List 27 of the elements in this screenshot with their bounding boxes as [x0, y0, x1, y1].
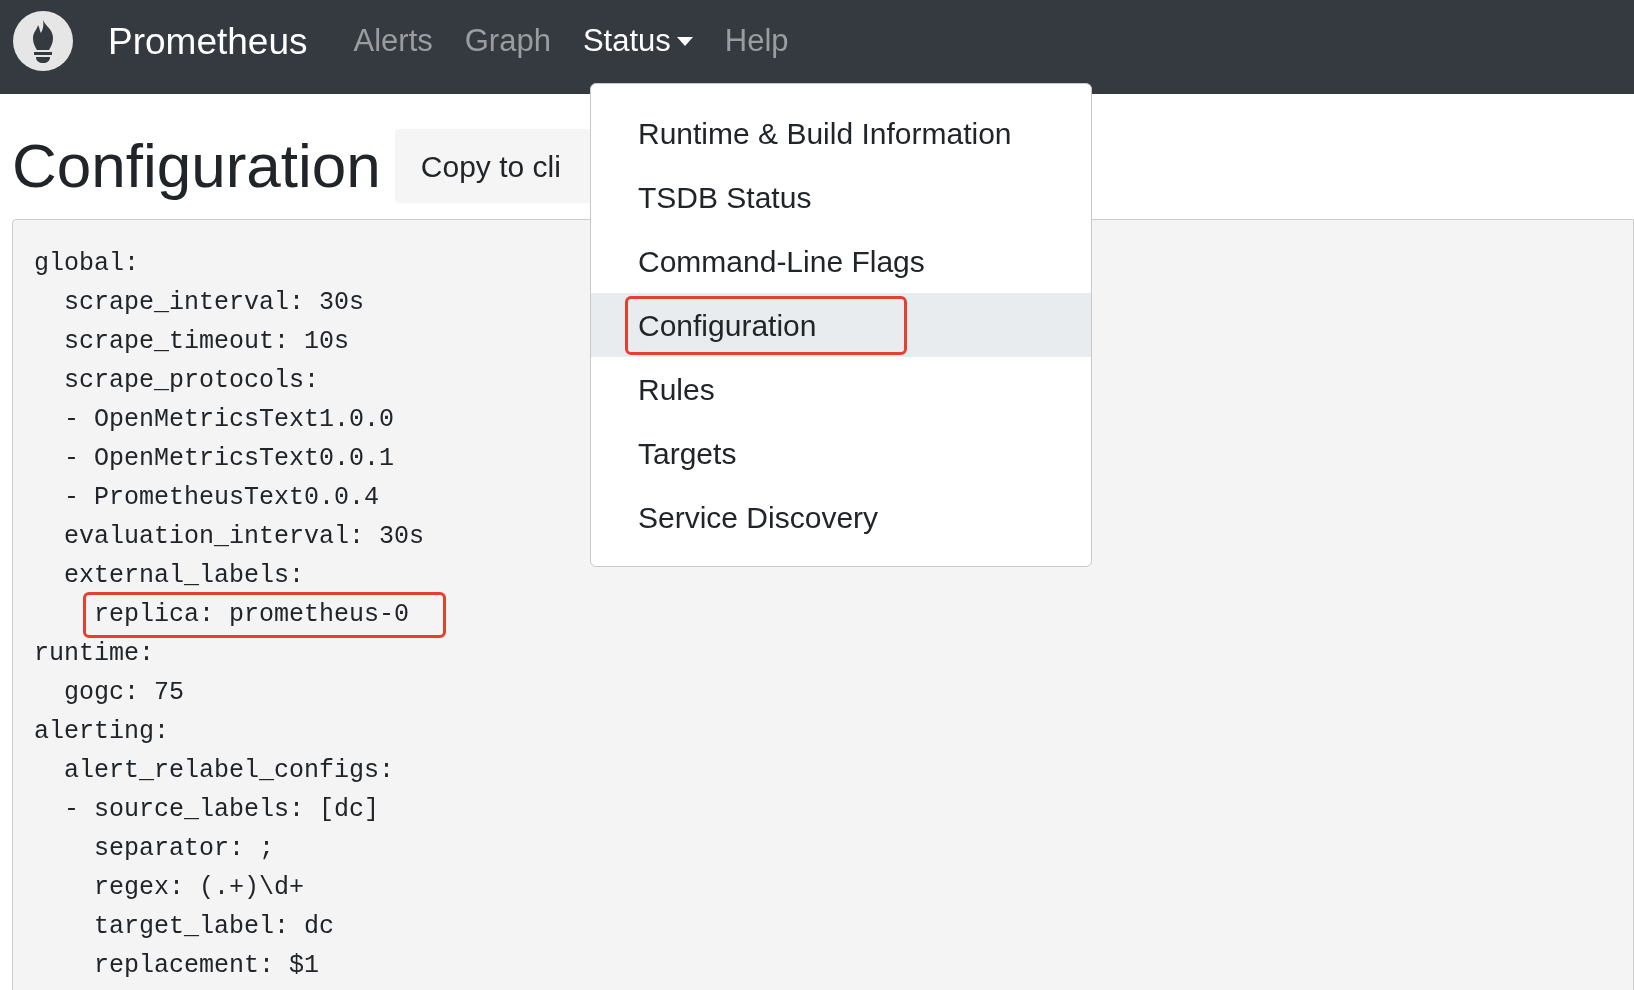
- menu-item[interactable]: Configuration: [591, 293, 1091, 357]
- nav-link[interactable]: Alerts: [353, 17, 433, 65]
- code-line: separator: ;: [94, 833, 275, 865]
- nav-link[interactable]: Graph: [464, 17, 551, 65]
- code-line: runtime:: [34, 638, 155, 670]
- code-line: global:: [34, 248, 140, 280]
- nav-link[interactable]: Help: [724, 17, 789, 65]
- code-line: alerting:: [34, 716, 170, 748]
- highlight-box: replica: prometheus-0: [83, 591, 447, 638]
- code-line: - OpenMetricsText0.0.1: [64, 443, 395, 475]
- code-line: scrape_protocols:: [64, 365, 320, 397]
- code-line: external_labels:: [64, 560, 305, 592]
- brand-link[interactable]: Prometheus: [108, 22, 308, 60]
- code-line: - PrometheusText0.0.4: [64, 482, 380, 514]
- logo-icon: [13, 11, 73, 71]
- code-line: - source_labels: [dc]: [64, 794, 380, 826]
- code-line: - OpenMetricsText1.0.0: [64, 404, 395, 436]
- code-line: gogc: 75: [64, 677, 185, 709]
- code-line: replacement: $1: [94, 950, 320, 982]
- code-line: scrape_timeout: 10s: [64, 326, 350, 358]
- dropdown-toggle[interactable]: Status: [582, 17, 693, 65]
- code-line: regex: (.+)\d+: [94, 872, 305, 904]
- code-line: evaluation_interval: 30s: [64, 521, 425, 553]
- code-line: target_label: dc: [94, 911, 335, 943]
- code-line: alert_relabel_configs:: [64, 755, 395, 787]
- code-line: scrape_interval: 30s: [64, 287, 365, 319]
- highlight-box: Configuration: [625, 295, 908, 355]
